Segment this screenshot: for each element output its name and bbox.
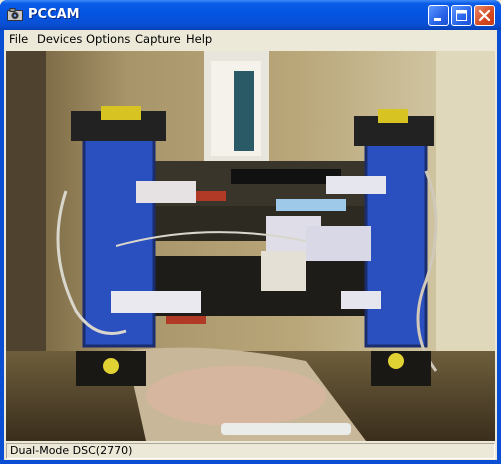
window-title: PCCAM xyxy=(28,7,80,22)
minimize-button[interactable] xyxy=(428,5,449,26)
status-bar: Dual-Mode DSC(2770) xyxy=(4,442,497,460)
video-preview[interactable] xyxy=(6,51,495,441)
menu-devices[interactable]: Devices xyxy=(37,32,82,47)
app-window: PCCAM File Devices Options Capture Help xyxy=(0,0,501,464)
menu-bar: File Devices Options Capture Help xyxy=(4,30,497,49)
device-status: Dual-Mode DSC(2770) xyxy=(10,444,133,457)
close-button[interactable] xyxy=(474,5,495,26)
status-panel: Dual-Mode DSC(2770) xyxy=(6,443,495,459)
menu-options[interactable]: Options xyxy=(86,32,130,47)
webcam-frame-image xyxy=(6,51,495,441)
close-icon xyxy=(478,9,491,22)
window-body: File Devices Options Capture Help Dual-M… xyxy=(4,30,497,460)
maximize-icon xyxy=(456,10,467,21)
menu-capture[interactable]: Capture xyxy=(135,32,181,47)
camera-icon xyxy=(7,8,23,21)
menu-file[interactable]: File xyxy=(9,32,28,47)
title-bar[interactable]: PCCAM xyxy=(0,0,501,30)
maximize-button[interactable] xyxy=(451,5,472,26)
menu-help[interactable]: Help xyxy=(186,32,212,47)
minimize-icon xyxy=(434,18,441,21)
